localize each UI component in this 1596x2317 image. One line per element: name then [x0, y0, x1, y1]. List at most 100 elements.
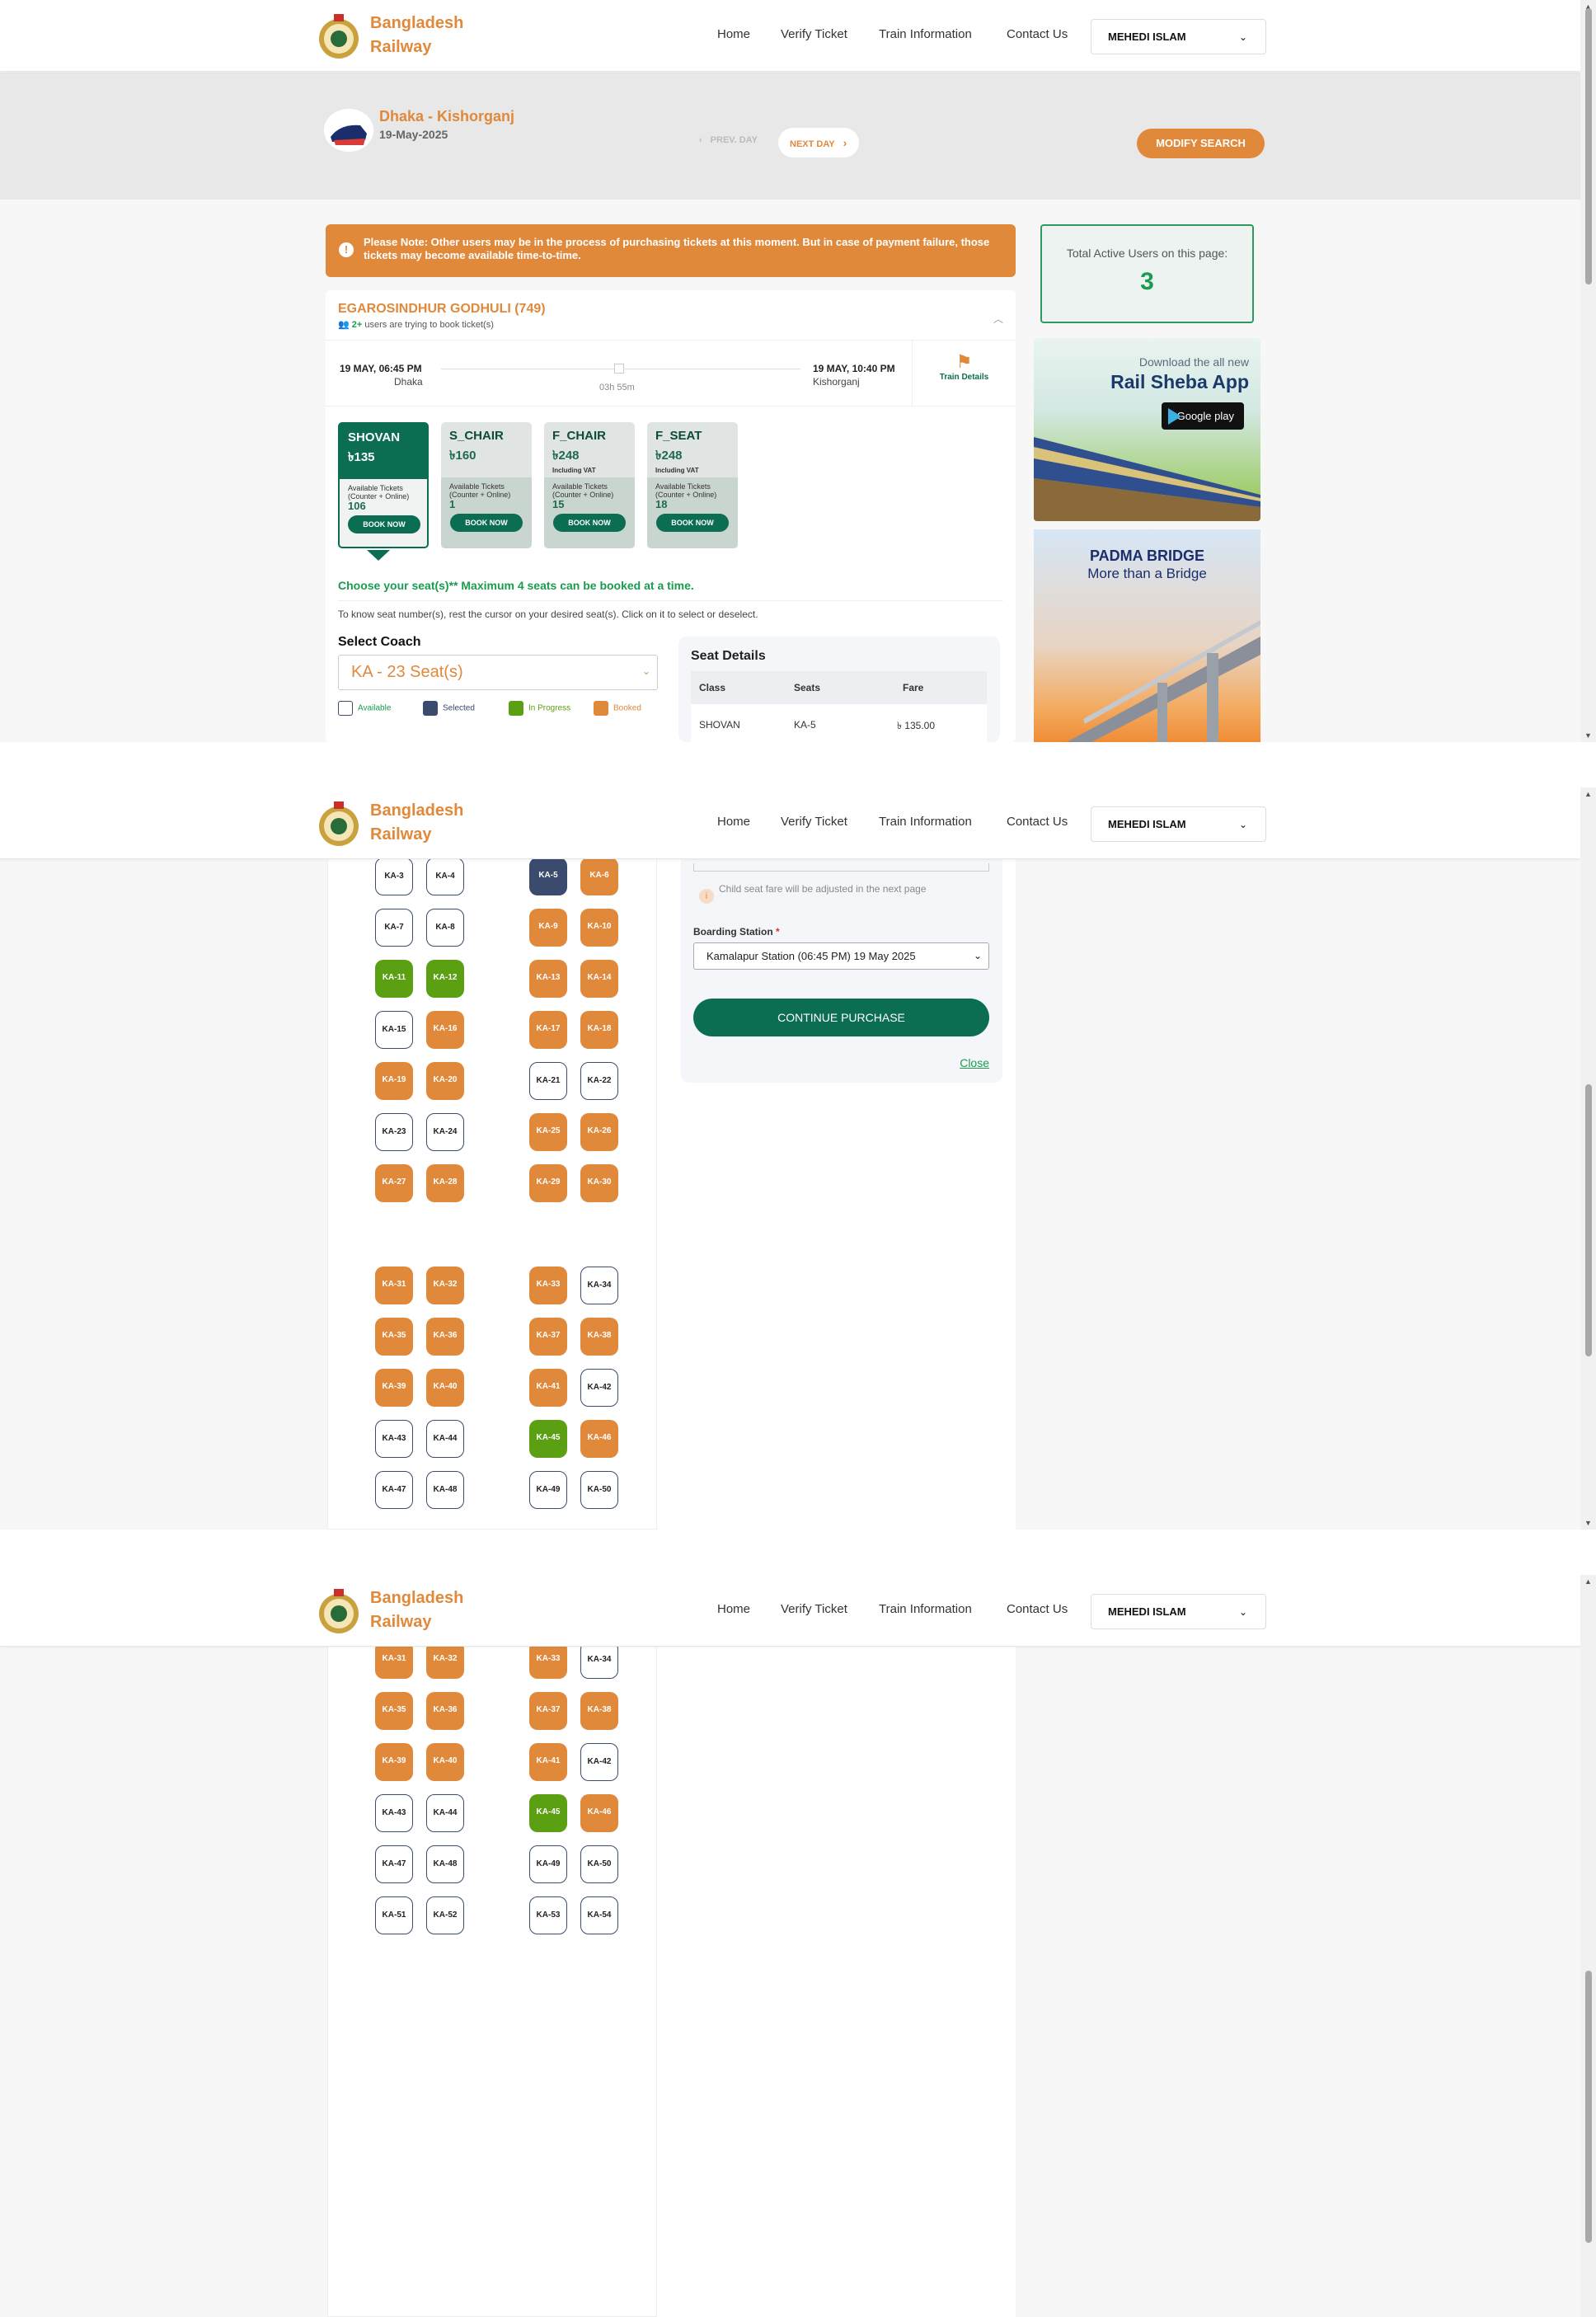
scroll-down-icon[interactable]: ▼ — [1584, 1519, 1592, 1527]
seat-ka-18: KA-18 — [580, 1011, 618, 1049]
coach-select[interactable]: KA - 23 Seat(s) ⌄ — [338, 655, 658, 690]
nav-contact-us[interactable]: Contact Us — [1007, 1602, 1068, 1616]
chevron-down-icon: ⌄ — [1238, 31, 1247, 43]
rail-sheba-app-ad[interactable]: Download the all new Rail Sheba App Goog… — [1034, 338, 1260, 521]
seat-ka-20: KA-20 — [426, 1062, 464, 1100]
train-card: EGAROSINDHUR GODHULI (749) 👥 2+ users ar… — [326, 290, 1016, 742]
seat-ka-15[interactable]: KA-15 — [375, 1011, 413, 1049]
user-menu[interactable]: MEHEDI ISLAM ⌄ — [1091, 19, 1266, 54]
scrollbar[interactable]: ▲ ▼ — [1580, 787, 1596, 1530]
seat-ka-50[interactable]: KA-50 — [580, 1845, 618, 1883]
input-field-bottom[interactable] — [693, 863, 989, 872]
scroll-thumb[interactable] — [1585, 1084, 1592, 1356]
book-now-button[interactable]: BOOK NOW — [553, 514, 626, 532]
google-play-badge[interactable]: Google play — [1162, 402, 1244, 430]
seat-ka-8[interactable]: KA-8 — [426, 909, 464, 947]
scroll-thumb[interactable] — [1585, 8, 1592, 284]
seat-ka-54[interactable]: KA-54 — [580, 1896, 618, 1934]
nav-verify-ticket[interactable]: Verify Ticket — [781, 1602, 847, 1616]
nav-home[interactable]: Home — [717, 27, 750, 41]
padma-bridge-ad[interactable]: PADMA BRIDGE More than a Bridge — [1034, 529, 1260, 742]
scroll-thumb[interactable] — [1585, 1971, 1592, 2243]
seat-ka-4[interactable]: KA-4 — [426, 858, 464, 895]
seat-ka-43[interactable]: KA-43 — [375, 1420, 413, 1458]
scroll-up-icon[interactable]: ▲ — [1584, 1577, 1592, 1586]
brand-name[interactable]: Bangladesh Railway — [370, 1586, 494, 1634]
seat-hint: To know seat number(s), rest the cursor … — [338, 609, 758, 620]
user-name: MEHEDI ISLAM — [1108, 818, 1186, 830]
book-now-button[interactable]: BOOK NOW — [348, 515, 420, 533]
train-name[interactable]: EGAROSINDHUR GODHULI (749) — [338, 302, 546, 317]
seat-ka-21[interactable]: KA-21 — [529, 1062, 567, 1100]
book-now-button[interactable]: BOOK NOW — [656, 514, 729, 532]
seat-map-area: KA-31 KA-32 KA-33 KA-34 KA-35 KA-36 KA-37 KA-38… — [327, 1575, 657, 2317]
seat-ka-49[interactable]: KA-49 — [529, 1845, 567, 1883]
train-details-button[interactable]: ⚑ Train Details — [912, 340, 1016, 406]
seat-ka-45[interactable]: KA-45 — [529, 1420, 567, 1458]
next-day-button[interactable]: NEXT DAY › — [778, 128, 859, 157]
nav-contact-us[interactable]: Contact Us — [1007, 815, 1068, 829]
nav-contact-us[interactable]: Contact Us — [1007, 27, 1068, 41]
nav-verify-ticket[interactable]: Verify Ticket — [781, 27, 847, 41]
brand-name[interactable]: Bangladesh Railway — [370, 799, 494, 847]
seat-ka-51[interactable]: KA-51 — [375, 1896, 413, 1934]
nav-train-information[interactable]: Train Information — [879, 815, 972, 829]
seat-ka-52[interactable]: KA-52 — [426, 1896, 464, 1934]
class-card-shovan[interactable]: SHOVAN ৳135 Available Tickets (Counter + … — [338, 422, 429, 548]
seat-ka-23[interactable]: KA-23 — [375, 1113, 413, 1151]
class-card-f-chair[interactable]: F_CHAIR ৳248 Including VAT Available Ticke… — [544, 422, 635, 548]
class-name: F_SEAT — [655, 429, 702, 443]
brand-name[interactable]: Bangladesh Railway — [370, 12, 494, 59]
seat-ka-5[interactable]: KA-5 — [529, 858, 567, 895]
seat-ka-47[interactable]: KA-47 — [375, 1845, 413, 1883]
nav-home[interactable]: Home — [717, 815, 750, 829]
railway-logo-icon[interactable] — [317, 1586, 360, 1638]
nav-train-information[interactable]: Train Information — [879, 27, 972, 41]
seat-ka-44[interactable]: KA-44 — [426, 1420, 464, 1458]
scrollbar[interactable]: ▲ ▼ — [1580, 0, 1596, 742]
seat-ka-48[interactable]: KA-48 — [426, 1845, 464, 1883]
user-menu[interactable]: MEHEDI ISLAM ⌄ — [1091, 806, 1266, 842]
seat-ka-7[interactable]: KA-7 — [375, 909, 413, 947]
book-now-button[interactable]: BOOK NOW — [450, 514, 523, 532]
continue-purchase-button[interactable]: CONTINUE PURCHASE — [693, 999, 989, 1036]
seat-ka-34[interactable]: KA-34 — [580, 1267, 618, 1304]
nav-home[interactable]: Home — [717, 1602, 750, 1616]
seat-ka-48[interactable]: KA-48 — [426, 1471, 464, 1509]
collapse-chevron-icon[interactable]: ︿ — [993, 312, 1003, 326]
select-coach-label: Select Coach — [338, 635, 421, 649]
seat-ka-12[interactable]: KA-12 — [426, 960, 464, 998]
scroll-down-icon[interactable]: ▼ — [1584, 731, 1592, 740]
railway-logo-icon[interactable] — [317, 799, 360, 850]
boarding-station-select[interactable]: Kamalapur Station (06:45 PM) 19 May 2025… — [693, 942, 989, 970]
close-link[interactable]: Close — [960, 1056, 989, 1069]
scrollbar[interactable]: ▲ — [1580, 1575, 1596, 2317]
user-menu[interactable]: MEHEDI ISLAM ⌄ — [1091, 1594, 1266, 1629]
seat-ka-24[interactable]: KA-24 — [426, 1113, 464, 1151]
brand-line-2: Railway — [370, 825, 432, 844]
seat-ka-41: KA-41 — [529, 1743, 567, 1781]
prev-day-button[interactable]: ‹ PREV. DAY — [699, 135, 758, 145]
legend-swatch — [594, 701, 608, 716]
railway-logo-icon[interactable] — [317, 12, 360, 63]
seat-ka-22[interactable]: KA-22 — [580, 1062, 618, 1100]
seat-ka-42[interactable]: KA-42 — [580, 1743, 618, 1781]
selected-class-pointer — [367, 550, 390, 561]
class-card-s-chair[interactable]: S_CHAIR ৳160 Available Tickets (Counter +… — [441, 422, 532, 548]
row-seat: KA-5 — [794, 719, 816, 731]
seat-ka-50[interactable]: KA-50 — [580, 1471, 618, 1509]
class-card-f-seat[interactable]: F_SEAT ৳248 Including VAT Available Ticket… — [647, 422, 738, 548]
nav-train-information[interactable]: Train Information — [879, 1602, 972, 1616]
seat-ka-3[interactable]: KA-3 — [375, 858, 413, 895]
seat-ka-43[interactable]: KA-43 — [375, 1794, 413, 1832]
seat-ka-47[interactable]: KA-47 — [375, 1471, 413, 1509]
seat-ka-11[interactable]: KA-11 — [375, 960, 413, 998]
scroll-up-icon[interactable]: ▲ — [1584, 790, 1592, 798]
nav-verify-ticket[interactable]: Verify Ticket — [781, 815, 847, 829]
seat-ka-44[interactable]: KA-44 — [426, 1794, 464, 1832]
seat-ka-45[interactable]: KA-45 — [529, 1794, 567, 1832]
modify-search-button[interactable]: MODIFY SEARCH — [1137, 129, 1265, 158]
seat-ka-53[interactable]: KA-53 — [529, 1896, 567, 1934]
seat-ka-49[interactable]: KA-49 — [529, 1471, 567, 1509]
seat-ka-42[interactable]: KA-42 — [580, 1369, 618, 1407]
